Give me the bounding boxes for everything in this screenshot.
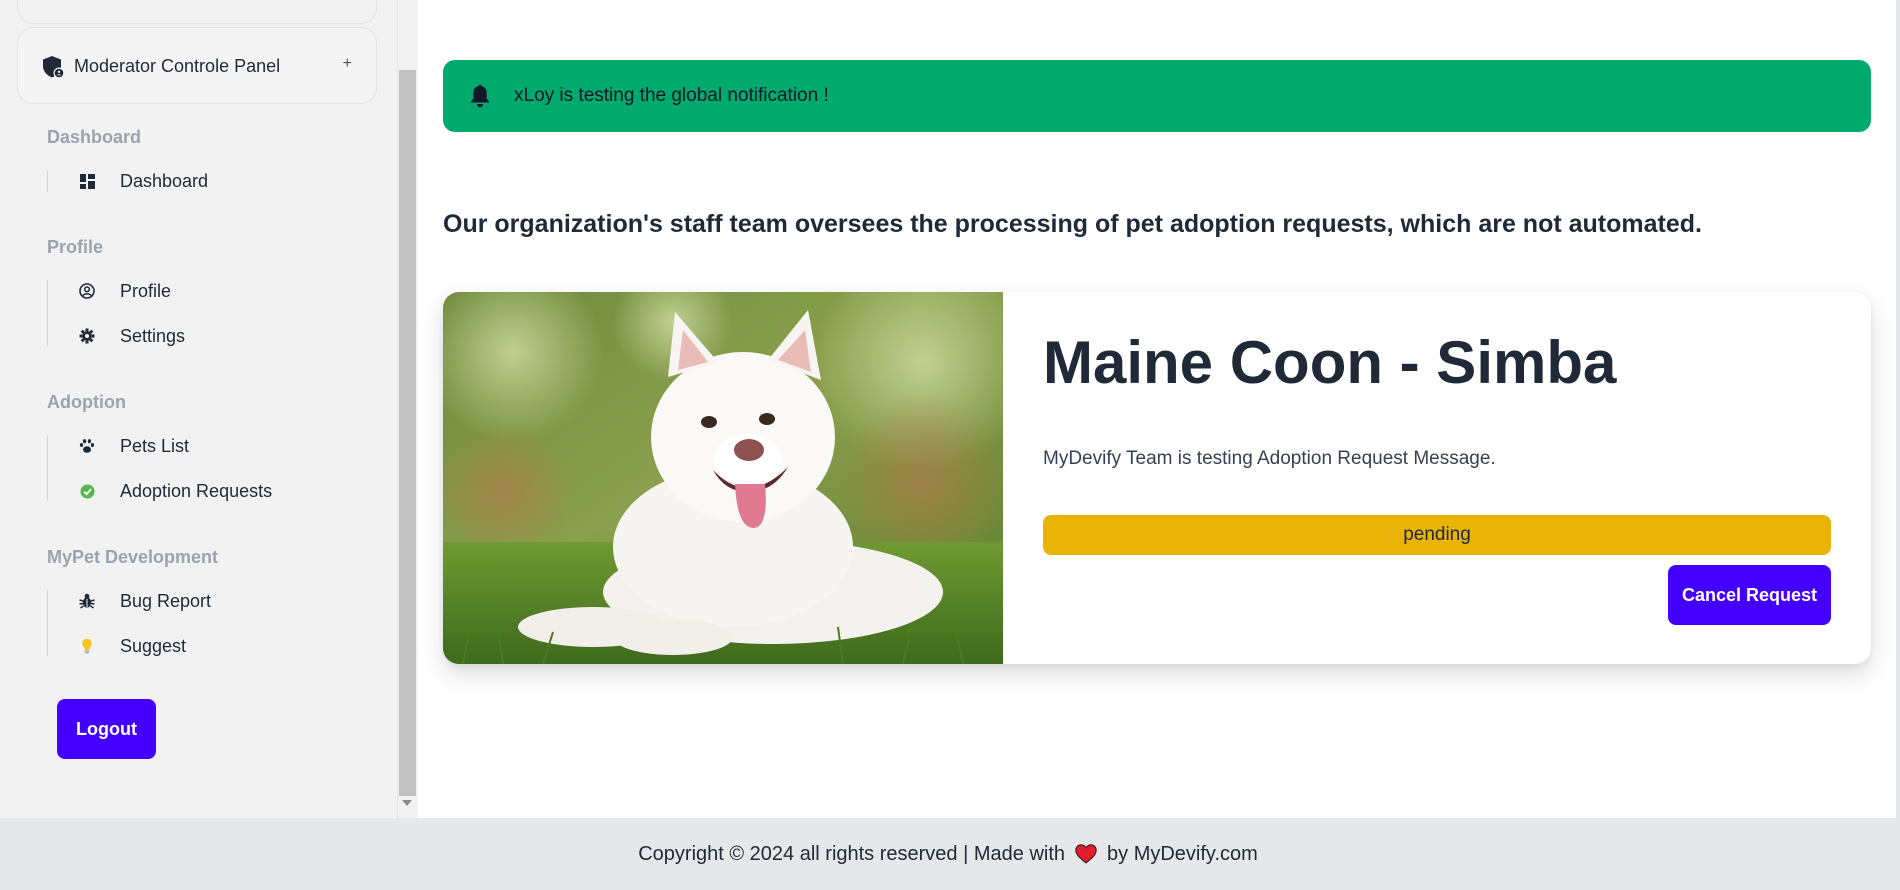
- menu-group-dashboard: Dashboard: [47, 170, 208, 192]
- sidebar-scrollbar-thumb[interactable]: [399, 70, 416, 796]
- sidebar-item-profile[interactable]: Profile: [78, 280, 171, 302]
- sidebar-item-adoption-requests[interactable]: Adoption Requests: [78, 480, 272, 502]
- sidebar-item-bug-report[interactable]: Bug Report: [78, 590, 211, 612]
- menu-group-adoption: Pets List Adoption Requests: [47, 435, 272, 501]
- collapsed-panel-card[interactable]: [17, 0, 377, 24]
- sidebar: Moderator Controle Panel + Dashboard Das…: [0, 0, 398, 818]
- user-circle-icon: [78, 282, 96, 300]
- gear-icon: [78, 327, 96, 345]
- footer-credit: by MyDevify.com: [1107, 842, 1258, 865]
- section-title-adoption: Adoption: [47, 392, 126, 412]
- menu-group-profile: Profile Settings: [47, 280, 185, 346]
- sidebar-item-settings[interactable]: Settings: [78, 325, 185, 347]
- footer: Copyright © 2024 all rights reserved | M…: [0, 818, 1896, 890]
- section-title-dashboard: Dashboard: [47, 127, 142, 147]
- main-scrollbar[interactable]: [1896, 0, 1900, 890]
- dashboard-icon: [78, 172, 96, 190]
- sidebar-item-dashboard[interactable]: Dashboard: [78, 170, 208, 192]
- panel-title: Moderator Controle Panel: [74, 56, 281, 76]
- sidebar-item-label: Suggest: [120, 635, 187, 656]
- white-dog-photo: [443, 292, 1003, 664]
- sidebar-item-label: Dashboard: [120, 170, 209, 191]
- heart-icon: [1075, 844, 1097, 864]
- sidebar-item-label: Profile: [120, 280, 172, 301]
- bell-icon: [471, 84, 489, 108]
- sidebar-item-pets-list[interactable]: Pets List: [78, 435, 189, 457]
- sidebar-item-label: Pets List: [120, 435, 190, 456]
- scroll-down-arrow-icon[interactable]: [402, 800, 412, 806]
- pet-name: Maine Coon - Simba: [1043, 329, 1617, 396]
- cancel-request-button[interactable]: Cancel Request: [1668, 565, 1831, 625]
- paw-icon: [78, 437, 96, 455]
- shield-user-icon: [43, 56, 65, 79]
- expand-plus-icon[interactable]: +: [343, 28, 352, 105]
- status-badge: pending: [1043, 515, 1831, 555]
- menu-group-development: Bug Report Suggest: [47, 590, 211, 656]
- footer-copyright: Copyright © 2024 all rights reserved | M…: [638, 842, 1066, 865]
- sidebar-item-suggest[interactable]: Suggest: [78, 635, 186, 657]
- adoption-request-message: MyDevify Team is testing Adoption Reques…: [1043, 448, 1496, 469]
- section-title-development: MyPet Development: [47, 547, 219, 567]
- adoption-request-card: Maine Coon - Simba MyDevify Team is test…: [443, 292, 1871, 664]
- notification-message: xLoy is testing the global notification …: [514, 85, 829, 106]
- bug-icon: [78, 592, 96, 610]
- section-title-profile: Profile: [47, 237, 104, 257]
- logout-button[interactable]: Logout: [57, 699, 156, 759]
- intro-text: Our organization's staff team oversees t…: [443, 210, 1702, 238]
- lightbulb-icon: [78, 637, 96, 655]
- sidebar-item-label: Settings: [120, 325, 186, 346]
- global-notification: xLoy is testing the global notification …: [443, 60, 1871, 132]
- sidebar-item-label: Bug Report: [120, 590, 212, 611]
- sidebar-item-label: Adoption Requests: [120, 480, 273, 501]
- moderator-panel-card[interactable]: Moderator Controle Panel +: [17, 27, 377, 104]
- check-circle-icon: [78, 482, 96, 500]
